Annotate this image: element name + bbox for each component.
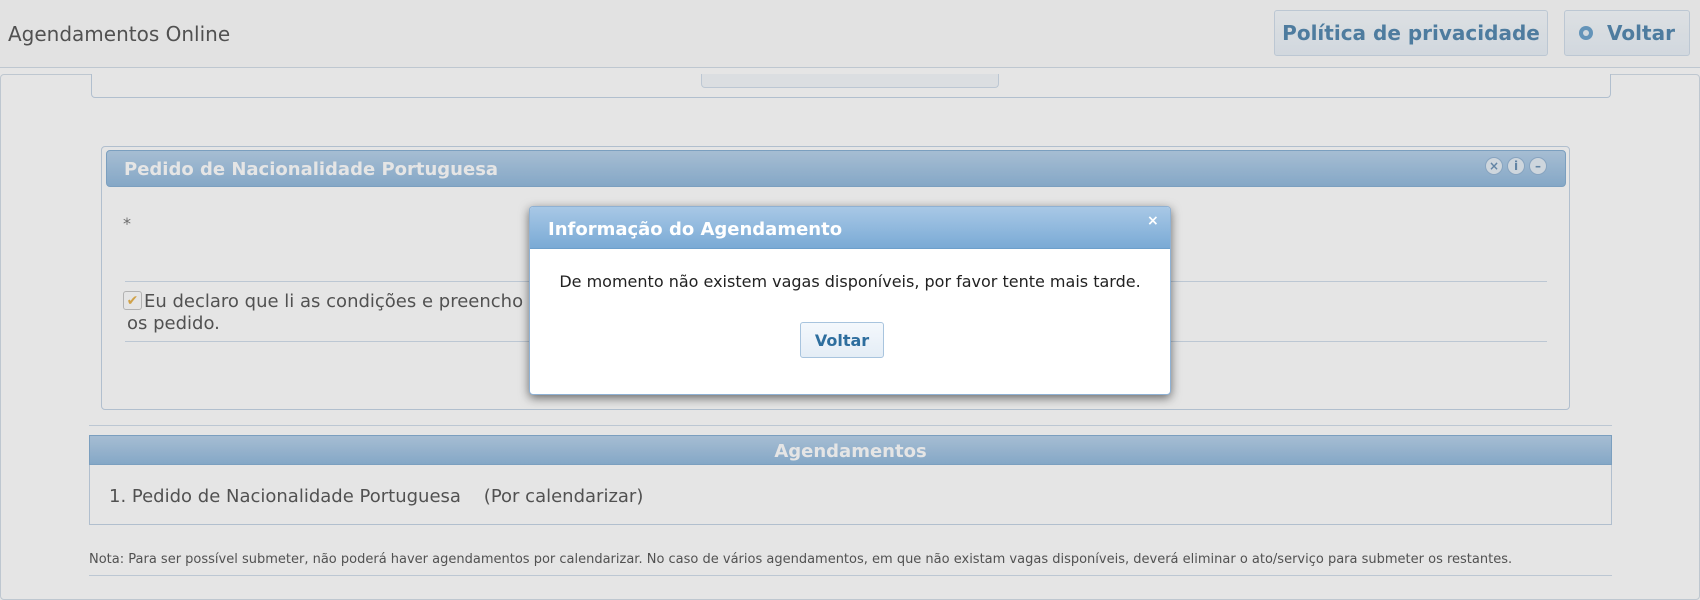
dialog-back-label: Voltar <box>814 330 870 350</box>
dialog-title: Informação do Agendamento <box>548 219 843 240</box>
dialog-message: De momento não existem vagas disponíveis… <box>559 272 1141 291</box>
dialog-back-button[interactable]: Voltar <box>800 322 884 358</box>
appointment-info-dialog: Informação do Agendamento × De momento n… <box>529 206 1171 395</box>
dialog-close-icon[interactable]: × <box>1147 213 1159 229</box>
